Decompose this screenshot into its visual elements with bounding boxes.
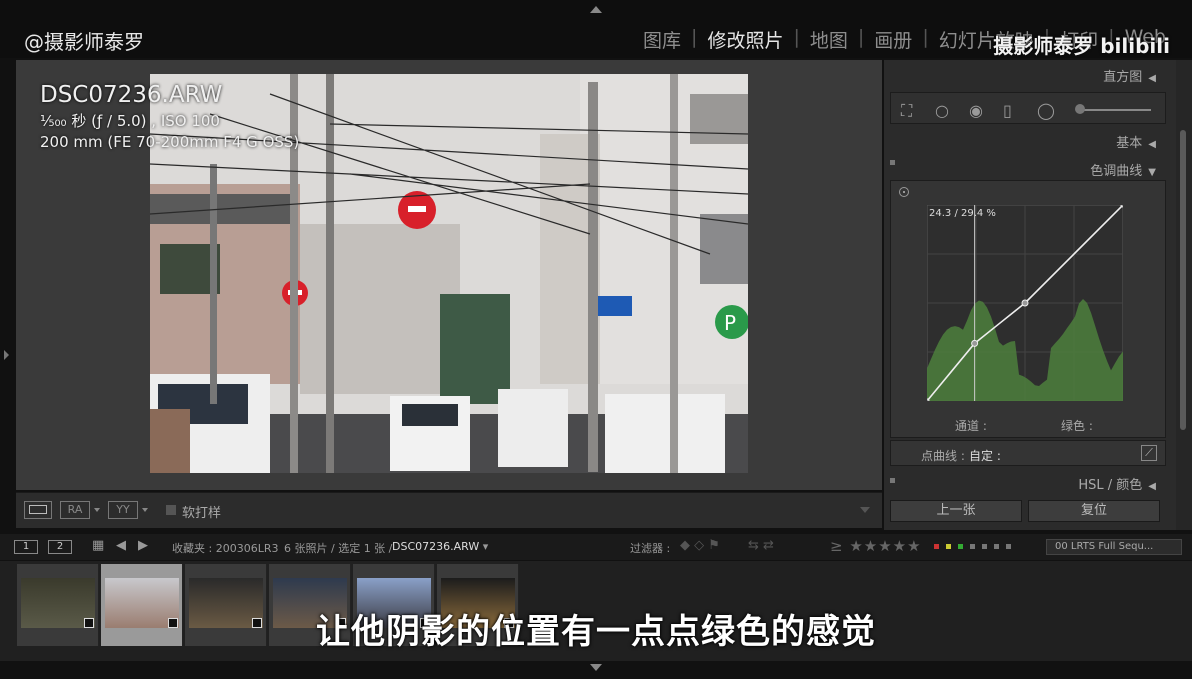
photo-lens: 200 mm (FE 70-200mm F4 G OSS) xyxy=(40,133,300,151)
module-book[interactable]: 画册 xyxy=(868,26,918,53)
basic-header[interactable]: 基本 ◀ xyxy=(1116,132,1156,151)
photo-info-overlay: DSC07236.ARW ¹⁄₅₀₀ 秒 (ƒ / 5.0) , ISO 100… xyxy=(40,82,299,151)
point-curve-select[interactable]: 自定 : xyxy=(969,447,1001,464)
collection-path[interactable]: 收藏夹 : 200306LR3 xyxy=(172,540,278,556)
panel-scrollbar-thumb[interactable] xyxy=(1180,130,1186,430)
develop-toolbar: RA YY 软打样 xyxy=(16,492,882,528)
spot-removal-icon[interactable]: ○ xyxy=(935,101,949,120)
filmstrip-toolbar: 1 2 ▦ ◀ ▶ 收藏夹 : 200306LR3 6 张照片 / 选定 1 张… xyxy=(0,534,1192,560)
current-filename[interactable]: DSC07236.ARW ▾ xyxy=(392,540,488,553)
tool-slider-knob[interactable] xyxy=(1075,104,1085,114)
photo-filename: DSC07236.ARW xyxy=(40,82,223,108)
curve-point[interactable] xyxy=(1120,205,1123,208)
softproof-label: 软打样 xyxy=(182,506,222,521)
blue-label-icon[interactable] xyxy=(970,544,975,549)
channel-select[interactable]: 绿色 : xyxy=(1061,417,1093,434)
curve-point[interactable] xyxy=(971,339,979,347)
red-eye-icon[interactable]: ◉ xyxy=(969,101,983,120)
previous-button[interactable]: 上一张 xyxy=(890,500,1022,522)
tone-curve-header[interactable]: 色调曲线 ▼ xyxy=(1090,160,1156,179)
curve-point[interactable] xyxy=(927,398,930,401)
photo-count: 6 张照片 / 选定 1 张 / xyxy=(284,542,393,555)
module-map[interactable]: 地图 xyxy=(804,26,854,53)
image-canvas: P DSC07236.ARW ¹⁄₅₀₀ 秒 (ƒ / 5.0) , ISO 1… xyxy=(4,60,882,490)
loupe-view-button[interactable] xyxy=(24,501,52,519)
before-after-ra-dropdown-icon[interactable] xyxy=(94,508,100,512)
panel-scrollbar[interactable] xyxy=(1176,60,1192,530)
tone-curve-graph[interactable] xyxy=(927,205,1123,401)
module-library[interactable]: 图库 xyxy=(637,26,687,53)
yellow-label-icon[interactable] xyxy=(946,544,951,549)
develop-right-panel: 直方图 ◀ ⛶ ○ ◉ ▯ ◯ 基本 ◀ 色调曲线 ▼ 24.3 / 29.4 % 通… xyxy=(884,60,1176,530)
no-label-icon[interactable] xyxy=(994,544,999,549)
collapse-left-icon: ◀ xyxy=(1148,73,1156,84)
channel-label: 通道 : xyxy=(955,419,987,433)
collapse-left-icon: ◀ xyxy=(1148,481,1156,492)
collapse-top-arrow-icon[interactable] xyxy=(590,6,602,13)
panel-switch-icon[interactable] xyxy=(890,478,895,483)
before-after-yy-dropdown-icon[interactable] xyxy=(142,508,148,512)
curve-point[interactable] xyxy=(1021,299,1029,307)
grid-view-icon[interactable]: ▦ xyxy=(92,538,104,553)
photo-exposure: ¹⁄₅₀₀ 秒 (ƒ / 5.0) , ISO 100 xyxy=(40,112,220,130)
targeted-adjustment-icon[interactable] xyxy=(899,187,909,197)
point-curve-row: 点曲线 : 自定 : ⟋ xyxy=(890,440,1166,466)
histogram-header[interactable]: 直方图 ◀ xyxy=(1103,66,1156,85)
back-arrow-icon[interactable]: ◀ xyxy=(116,538,126,553)
green-label-icon[interactable] xyxy=(958,544,963,549)
collapse-left-icon: ◀ xyxy=(1148,139,1156,150)
rating-filter[interactable]: ≥ ★★★★★ xyxy=(830,537,922,555)
radial-filter-icon[interactable]: ◯ xyxy=(1037,101,1055,120)
tool-slider-track xyxy=(1081,109,1151,111)
toolbar-content-dropdown-icon[interactable] xyxy=(860,507,870,513)
color-label-filter[interactable] xyxy=(934,544,1011,549)
reset-button[interactable]: 复位 xyxy=(1028,500,1160,522)
panel-switch-icon[interactable] xyxy=(890,160,895,165)
primary-window-button[interactable]: 1 xyxy=(14,540,38,554)
softproof-checkbox[interactable] xyxy=(166,505,176,515)
svg-text:P: P xyxy=(724,311,736,335)
tool-strip: ⛶ ○ ◉ ▯ ◯ xyxy=(890,92,1166,124)
expand-down-icon: ▼ xyxy=(1148,167,1156,178)
module-bar: @摄影师泰罗 图库 | 修改照片 | 地图 | 画册 | 幻灯片放映 | 打印 | Web … xyxy=(0,0,1192,58)
forward-arrow-icon[interactable]: ▶ xyxy=(138,538,148,553)
before-after-ra-button[interactable]: RA xyxy=(60,501,90,519)
hsl-header[interactable]: HSL / 颜色 ◀ xyxy=(1078,474,1156,493)
flag-filter-icons[interactable]: ◆ ◇ ⚑ xyxy=(680,538,720,553)
crop-overlay-icon[interactable]: ⛶ xyxy=(901,101,912,121)
watermark-bilibili: 摄影师泰罗 bilibili xyxy=(993,34,1170,58)
collapse-bottom-arrow-icon[interactable] xyxy=(590,664,602,671)
video-subtitle: 让他阴影的位置有一点点绿色的感觉 xyxy=(316,612,876,652)
before-after-yy-button[interactable]: YY xyxy=(108,501,138,519)
watermark-author: @摄影师泰罗 xyxy=(24,30,144,54)
filter-label: 过滤器 : xyxy=(630,542,671,555)
edit-point-curve-icon[interactable]: ⟋ xyxy=(1141,445,1157,461)
graduated-filter-icon[interactable]: ▯ xyxy=(1003,101,1012,120)
secondary-window-button[interactable]: 2 xyxy=(48,540,72,554)
filter-preset-select[interactable]: 00 LRTS Full Sequ... xyxy=(1046,539,1182,555)
other-label-icon[interactable] xyxy=(1006,544,1011,549)
purple-label-icon[interactable] xyxy=(982,544,987,549)
left-panel-toggle-icon[interactable] xyxy=(4,350,9,360)
red-label-icon[interactable] xyxy=(934,544,939,549)
point-curve-label: 点曲线 : xyxy=(921,449,965,463)
module-develop[interactable]: 修改照片 xyxy=(701,26,789,53)
tone-curve-editor: 24.3 / 29.4 % 通道 : 绿色 : xyxy=(890,180,1166,438)
edit-filter-icons[interactable]: ⇆ ⇄ xyxy=(748,538,774,553)
curve-coord-readout: 24.3 / 29.4 % xyxy=(929,208,996,219)
